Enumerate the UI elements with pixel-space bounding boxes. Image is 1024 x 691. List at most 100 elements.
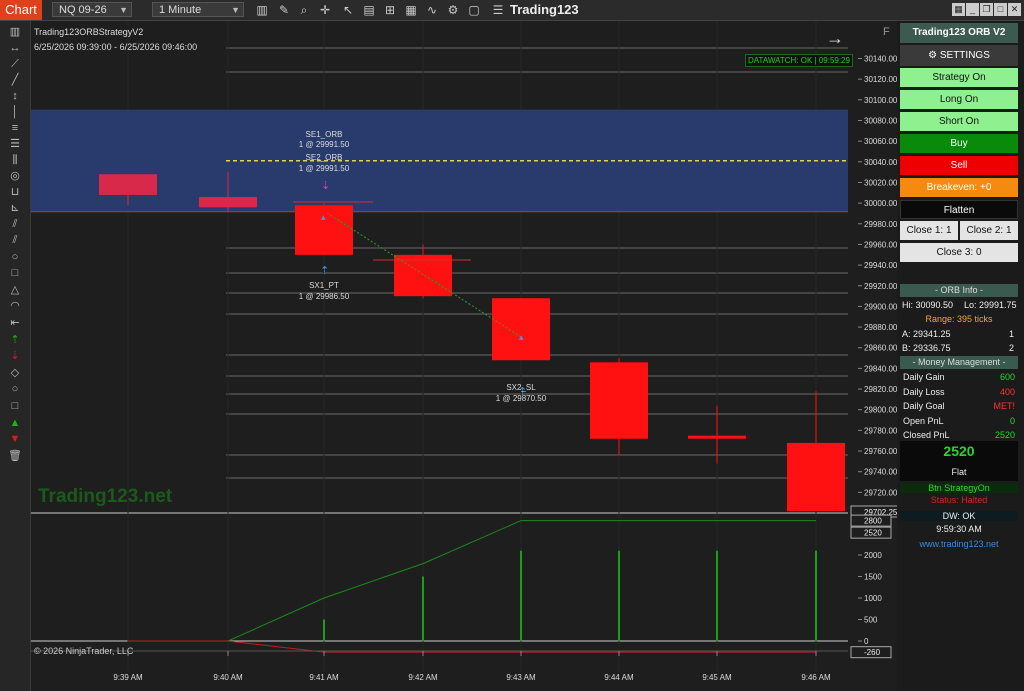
diamond-icon[interactable]: ◇: [8, 367, 22, 379]
buy-button[interactable]: Buy: [900, 134, 1018, 153]
clock-time: 9:59:30 AM: [936, 524, 982, 534]
copyright: © 2026 NinjaTrader, LLC: [34, 646, 134, 656]
pitchfork-icon[interactable]: ⫽: [8, 218, 22, 230]
price-tick-label: 30020.00: [864, 178, 897, 187]
triangle-down-icon[interactable]: ▼: [8, 433, 22, 445]
cursor-icon[interactable]: ▥: [8, 26, 22, 38]
fib-fan-icon[interactable]: ⊔: [8, 186, 22, 198]
pnl-tick-label: 1000: [864, 594, 882, 603]
fib-ext-icon[interactable]: ☰: [8, 138, 22, 150]
horizontal-line-icon[interactable]: ↔: [8, 42, 22, 54]
time-label: 9:44 AM: [604, 673, 634, 682]
vertical-line-icon[interactable]: ↕: [8, 90, 22, 102]
close2-button[interactable]: Close 2: 1: [960, 221, 1018, 240]
ellipse-icon[interactable]: ○: [8, 251, 22, 263]
templates-icon[interactable]: ▦: [404, 3, 418, 17]
candle-body: [492, 298, 550, 361]
chart-trader-icon[interactable]: ▢: [467, 3, 481, 17]
orb-info-header: - ORB Info -: [900, 284, 1018, 297]
strategy-on-button[interactable]: Strategy On: [900, 68, 1018, 87]
exit-arrow-up: ⇡: [320, 265, 329, 277]
price-tick-label: 30000.00: [864, 199, 897, 208]
price-tick-label: 29920.00: [864, 282, 897, 291]
close3-button[interactable]: Close 3: 0: [900, 243, 1018, 262]
pin-icon[interactable]: ▦: [952, 3, 965, 16]
gann-fan-icon[interactable]: ⊾: [8, 202, 22, 214]
pnl-tick-label: 2000: [864, 551, 882, 560]
arrow-up-icon[interactable]: ⇡: [8, 334, 22, 346]
close-icon[interactable]: ✕: [1008, 3, 1021, 16]
triangle-icon[interactable]: △: [8, 284, 22, 296]
pnl-tag-text: 2520: [864, 529, 882, 538]
zoom-icon[interactable]: ⌕: [297, 3, 311, 17]
dot-icon[interactable]: ○: [8, 383, 22, 395]
rectangle-icon[interactable]: □: [8, 267, 22, 279]
b-level: B: 29336.75: [902, 343, 951, 353]
trade-label: 1 @ 29991.50: [299, 140, 350, 149]
mm-value: 400: [999, 386, 1015, 397]
long-on-button[interactable]: Long On: [900, 90, 1018, 109]
sell-button[interactable]: Sell: [900, 156, 1018, 175]
line-icon[interactable]: │: [8, 106, 22, 118]
price-tick-label: 29840.00: [864, 364, 897, 373]
indicators-icon[interactable]: ∿: [425, 3, 439, 17]
maximize-icon[interactable]: □: [994, 3, 1007, 16]
arrow-right-icon[interactable]: →: [826, 28, 844, 49]
square-icon[interactable]: □: [8, 400, 22, 412]
breakeven-button[interactable]: Breakeven: +0: [900, 178, 1018, 197]
price-tick-label: 29800.00: [864, 406, 897, 415]
f-label[interactable]: F: [883, 26, 895, 40]
close1-button[interactable]: Close 1: 1: [900, 221, 958, 240]
settings-button[interactable]: ⚙ SETTINGS: [900, 45, 1018, 66]
price-chart[interactable]: ⇣⇡⇡▴▴SE1_ORB1 @ 29991.50SE2_ORB1 @ 29991…: [31, 21, 897, 691]
strategies-icon[interactable]: ⚙: [446, 3, 460, 17]
trade-label: 1 @ 29870.50: [496, 394, 547, 403]
candle-body: [590, 362, 648, 439]
pencil-icon[interactable]: ✎: [277, 3, 291, 17]
time-label: 9:45 AM: [702, 673, 732, 682]
trend-line-icon[interactable]: ⟋: [8, 58, 22, 70]
menu-icon[interactable]: ☰: [491, 3, 505, 17]
flatten-button[interactable]: Flatten: [900, 200, 1018, 219]
instrument-selector[interactable]: NQ 09-26 ▼: [52, 2, 132, 17]
channel-icon[interactable]: ⫽: [8, 234, 22, 246]
fib-icon[interactable]: ≡: [8, 122, 22, 134]
arc-icon[interactable]: ◠: [8, 300, 22, 312]
exit-marker: ▴: [519, 332, 524, 342]
price-tick-label: 29820.00: [864, 385, 897, 394]
properties-icon[interactable]: ⊞: [383, 3, 397, 17]
chart-panel[interactable]: ⇣ ⇡ ⇡ ▴ ▴ SE1_ORB 1 @ 29991.50 SE2_ORB 1 @ 29991…: [31, 21, 897, 691]
panel-title: Trading123 ORB V2: [900, 23, 1018, 43]
trash-icon[interactable]: 🗑: [8, 450, 22, 462]
arrow-down-icon[interactable]: ⇣: [8, 350, 22, 362]
candle-body: [99, 174, 157, 195]
price-tick-label: 29960.00: [864, 240, 897, 249]
fib-circle-icon[interactable]: ◎: [8, 170, 22, 182]
ruler-icon[interactable]: ⇤: [8, 317, 22, 329]
short-on-button[interactable]: Short On: [900, 112, 1018, 131]
ray-icon[interactable]: ╱: [8, 74, 22, 86]
chevron-down-icon: ▼: [119, 5, 128, 15]
mm-value: 600: [999, 372, 1015, 382]
website-link[interactable]: www.trading123.net: [900, 539, 1018, 549]
fib-time-icon[interactable]: ⫼: [8, 154, 22, 166]
trade-label: SX2_SL: [506, 383, 536, 392]
money-mgmt-header: - Money Management -: [900, 356, 1018, 369]
minimize-icon[interactable]: _: [966, 3, 979, 16]
price-tick-label: 29900.00: [864, 302, 897, 311]
restore-icon[interactable]: ❐: [980, 3, 993, 16]
bar-type-icon[interactable]: ▥: [255, 3, 269, 17]
interval-selector[interactable]: 1 Minute ▼: [152, 2, 244, 17]
chart-tab[interactable]: Chart: [0, 0, 42, 20]
pointer-icon[interactable]: ↖: [341, 3, 355, 17]
time-label: 9:40 AM: [213, 673, 243, 682]
candle-body: [199, 196, 257, 208]
datawatch-ok: DW: OK: [900, 511, 1018, 521]
data-box-icon[interactable]: ▤: [362, 3, 376, 17]
time-label: 9:46 AM: [801, 673, 831, 682]
triangle-up-icon[interactable]: ▲: [8, 417, 22, 429]
exit-marker: ▴: [321, 212, 326, 222]
time-label: 9:41 AM: [309, 673, 339, 682]
crosshair-icon[interactable]: ✛: [318, 3, 332, 17]
short-entry-arrow: ⇣: [321, 180, 330, 192]
